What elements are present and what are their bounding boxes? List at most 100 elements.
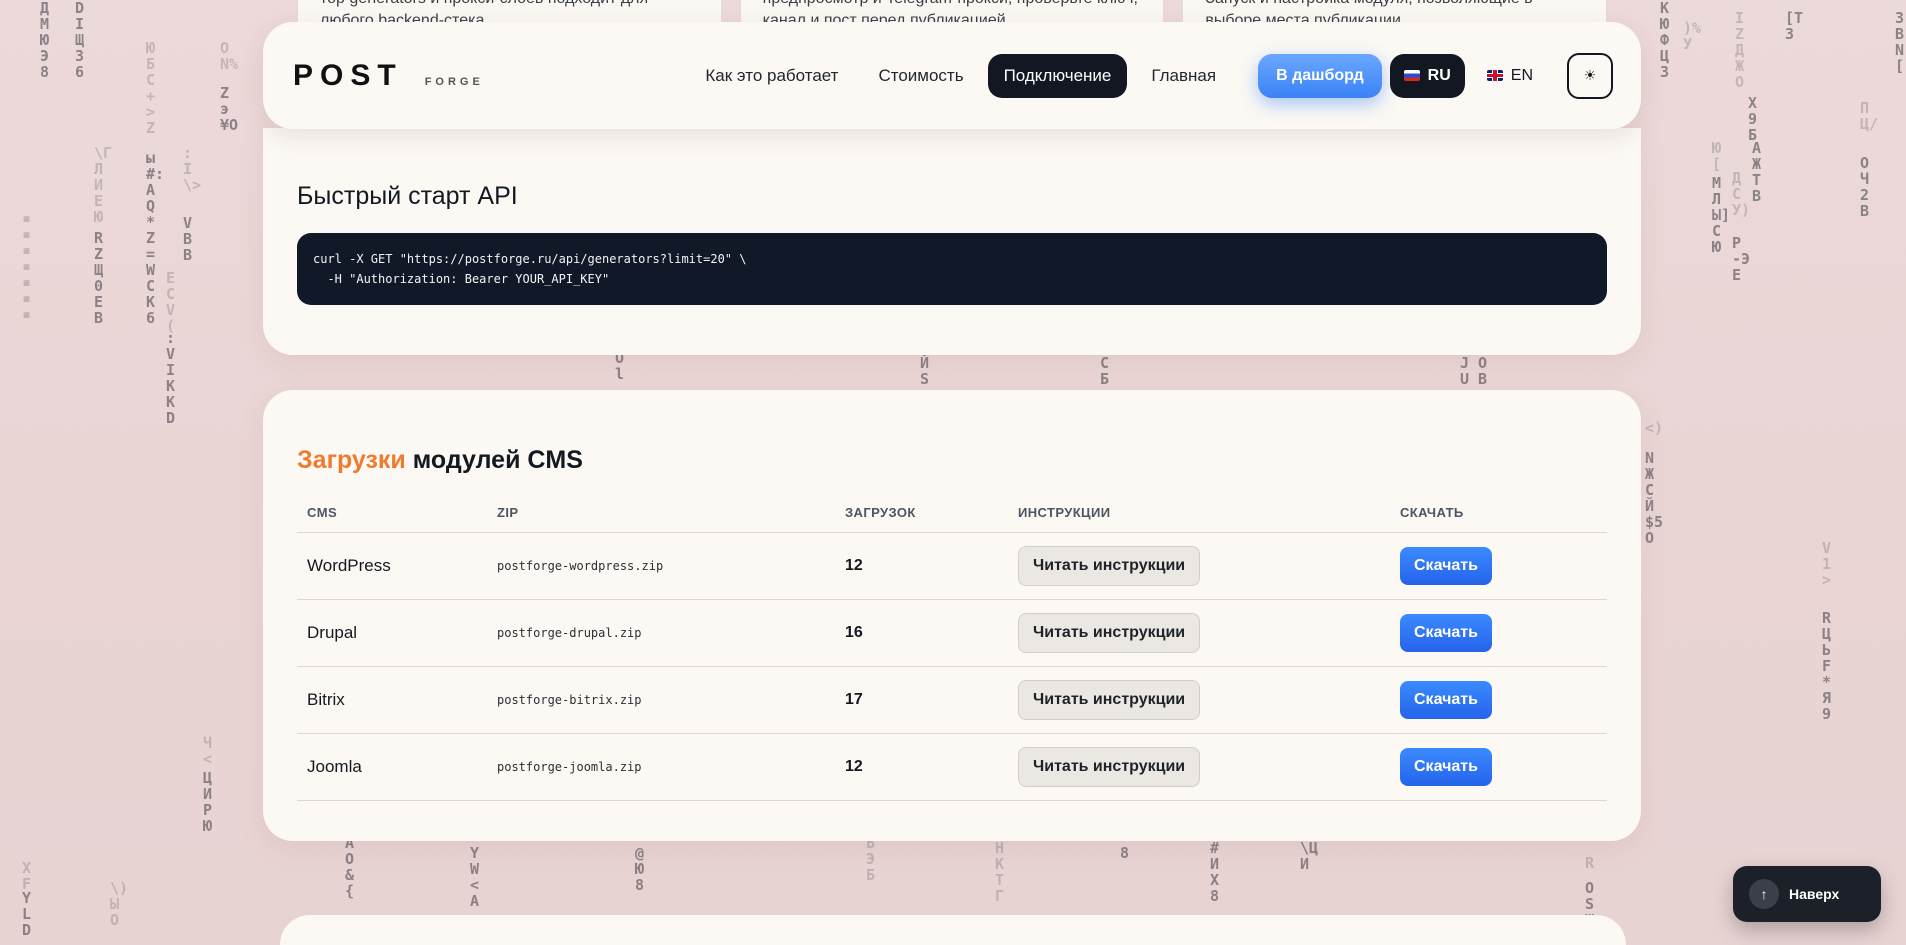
matrix-column: ЦИРЮ [203,769,213,835]
matrix-column: Zэ¥O [220,84,239,134]
lang-en-button[interactable]: EN [1473,54,1547,98]
matrix-column: 8 [1120,844,1130,862]
read-instructions-button[interactable]: Читать инструкции [1018,747,1201,787]
download-count: 16 [835,599,1008,667]
matrix-column: ПЦ/ [1860,99,1879,133]
cms-title-accent: Загрузки [297,446,406,474]
matrix-column: СБ [1100,354,1110,388]
matrix-column: VBB [183,214,193,264]
cms-downloads-card: Загрузки модулей CMS CMS ZIP ЗАГРУЗОК ИН… [263,390,1641,841]
cms-section-title: Загрузки модулей CMS [297,446,1607,475]
matrix-column: Ю[ [1712,139,1722,173]
cms-name: WordPress [297,532,487,600]
matrix-column: :I\> [183,144,202,194]
logo-main-text: POST [293,58,403,92]
lang-ru-label: RU [1427,66,1451,84]
matrix-column: Ч< [203,734,213,768]
read-instructions-button[interactable]: Читать инструкции [1018,613,1201,653]
matrix-column: \)ЫО [110,879,129,929]
nav-pricing[interactable]: Стоимость [862,54,979,98]
cms-name: Bitrix [297,666,487,734]
code-line: curl -X GET "https://postforge.ru/api/ge… [313,252,747,266]
matrix-column: RЦЬF*Я9 [1822,609,1832,723]
code-line: -H "Authorization: Bearer YOUR_API_KEY" [313,272,610,286]
matrix-column: ▪▪▪▪▪▪▪ [22,209,32,323]
download-button[interactable]: Скачать [1400,681,1492,719]
api-code-block[interactable]: curl -X GET "https://postforge.ru/api/ge… [297,233,1607,305]
matrix-column: БЭБ [866,834,876,884]
matrix-column: NЖСЙ$5O [1645,449,1664,547]
matrix-column: R [1585,854,1595,872]
matrix-column: ы#:AQ*Z=WCK6 [146,149,165,327]
col-header-instructions: ИНСТРУКЦИИ [1008,505,1390,533]
read-instructions-button[interactable]: Читать инструкции [1018,546,1201,586]
matrix-column: DIЩ36 [75,0,85,81]
scroll-to-top-label: Наверх [1789,886,1840,902]
matrix-column: ON% [220,39,239,73]
matrix-column: \ЦИ [1300,839,1319,873]
logo[interactable]: POST FORGE [293,59,484,93]
site-header: POST FORGE Как это работает Стоимость По… [263,22,1641,129]
download-count: 12 [835,733,1008,801]
matrix-column: @Ю8 [635,844,645,894]
nav-connection[interactable]: Подключение [987,53,1128,98]
read-instructions-button[interactable]: Читать инструкции [1018,680,1201,720]
matrix-column: ЙS [920,354,930,388]
flag-uk-icon [1486,70,1503,81]
main-nav: Как это работает Стоимость Подключение Г… [689,52,1613,99]
matrix-column: МЛЫ]СЮ [1712,174,1731,256]
matrix-column: :VIKKD [166,329,176,427]
lang-en-label: EN [1510,66,1533,84]
matrix-column: YLD [22,889,32,939]
zip-filename: postforge-wordpress.zip [487,532,835,600]
sun-icon: ☀ [1583,67,1597,83]
matrix-column: )%У [1683,19,1702,53]
matrix-column: ДМЮЭ8 [40,0,50,81]
col-header-zip: ZIP [487,505,835,533]
table-row: WordPress postforge-wordpress.zip 12 Чит… [297,532,1607,600]
matrix-column: ОЧ2B [1860,154,1870,220]
table-header-row: CMS ZIP ЗАГРУЗОК ИНСТРУКЦИИ СКАЧАТЬ [297,505,1607,533]
dashboard-button[interactable]: В дашборд [1258,53,1382,98]
matrix-column: RZЩ0EB [94,229,104,327]
matrix-column: IZДЖО [1735,9,1745,91]
table-row: Joomla postforge-joomla.zip 12 Читать ин… [297,733,1607,801]
api-quickstart-card: Быстрый старт API curl -X GET "https://p… [263,128,1641,355]
matrix-column: АО&{ [345,834,355,900]
logo-sub-text: FORGE [424,75,484,88]
matrix-column: OB [1478,354,1488,388]
download-button[interactable]: Скачать [1400,748,1492,786]
nav-how-it-works[interactable]: Как это работает [689,54,854,98]
matrix-column: X9Б [1748,94,1758,144]
download-count: 12 [835,532,1008,600]
matrix-column: JU [1460,354,1470,388]
zip-filename: postforge-drupal.zip [487,599,835,667]
matrix-column: <) [1645,419,1664,437]
theme-toggle-button[interactable]: ☀ [1567,52,1613,99]
nav-home[interactable]: Главная [1135,54,1232,98]
download-button[interactable]: Скачать [1400,614,1492,652]
arrow-up-icon: ↑ [1749,879,1779,909]
matrix-column: [ТЗ [1785,9,1804,43]
table-row: Bitrix postforge-bitrix.zip 17 Читать ин… [297,666,1607,734]
scroll-to-top-button[interactable]: ↑ Наверх [1733,866,1881,922]
matrix-column: ЮБС+>Z [146,39,156,137]
cms-title-rest: модулей CMS [405,446,583,474]
matrix-column: ЗВN[ [1895,9,1905,75]
matrix-column: АЖТВ [1752,139,1762,205]
zip-filename: postforge-bitrix.zip [487,666,835,734]
cms-name: Drupal [297,599,487,667]
lang-ru-button[interactable]: RU [1389,53,1465,98]
download-button[interactable]: Скачать [1400,547,1492,585]
matrix-column: #ИХ8 [1210,839,1220,905]
cms-name: Joomla [297,733,487,801]
matrix-column: Р-ЭЕ [1732,234,1751,284]
zip-filename: postforge-joomla.zip [487,733,835,801]
matrix-column: XF [22,859,32,893]
cms-table: CMS ZIP ЗАГРУЗОК ИНСТРУКЦИИ СКАЧАТЬ Word… [297,505,1607,801]
flag-ru-icon [1403,70,1420,81]
next-section-card [280,915,1626,945]
download-count: 17 [835,666,1008,734]
matrix-column: \ГЛИЕЮ [94,144,113,226]
api-section-title: Быстрый старт API [297,182,518,210]
